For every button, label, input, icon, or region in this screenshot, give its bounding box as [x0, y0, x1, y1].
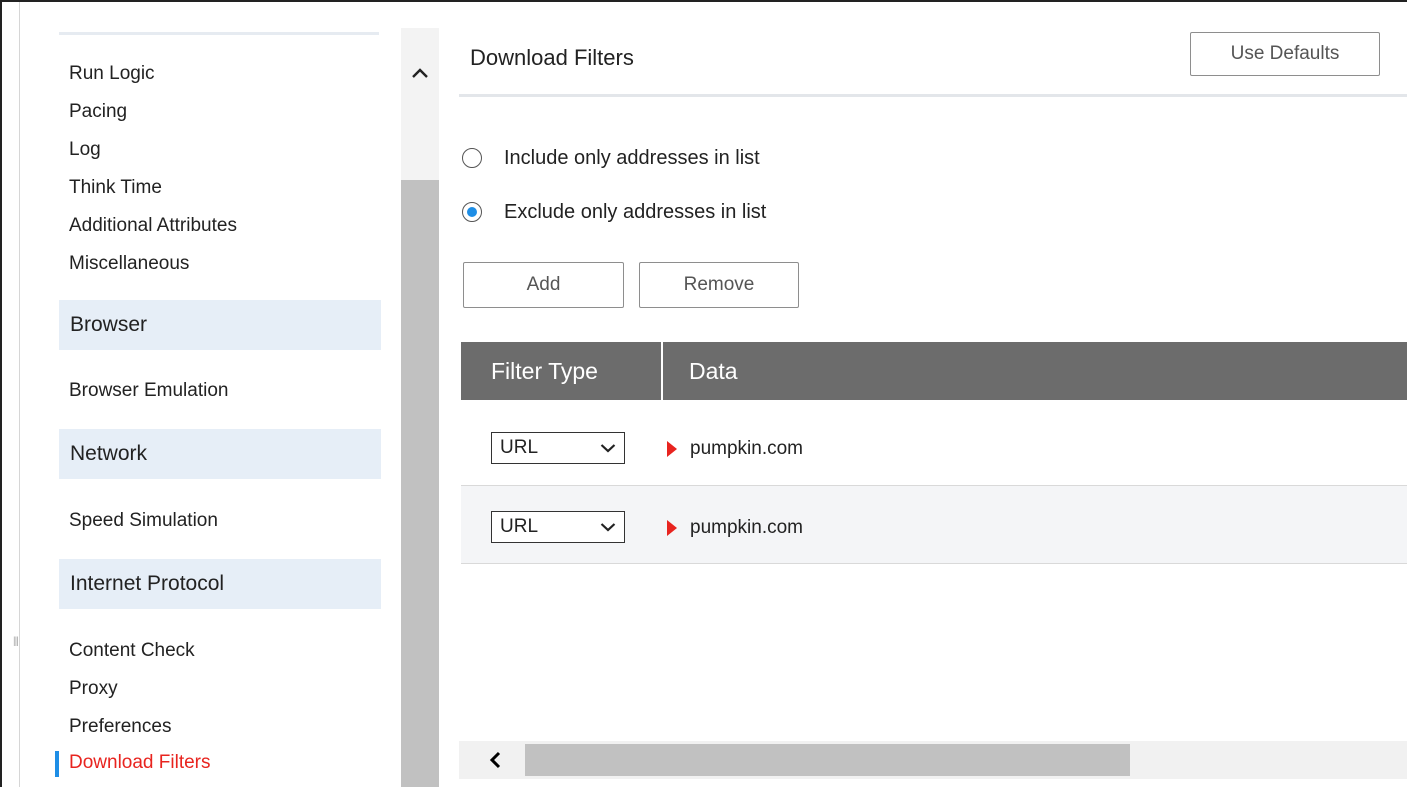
active-item-indicator — [55, 751, 59, 777]
sidebar-item-pacing[interactable]: Pacing — [69, 101, 127, 123]
data-value: pumpkin.com — [690, 438, 803, 459]
column-header-data[interactable]: Data — [689, 342, 738, 400]
column-header-filter-type[interactable]: Filter Type — [491, 342, 598, 400]
sidebar-item-run-logic[interactable]: Run Logic — [69, 63, 155, 85]
sidebar-item-proxy[interactable]: Proxy — [69, 678, 118, 700]
filter-type-select[interactable]: URL — [491, 511, 625, 543]
sidebar-item-log[interactable]: Log — [69, 139, 101, 161]
sidebar-scrollbar[interactable] — [401, 28, 439, 787]
radio-selected-dot — [467, 207, 477, 217]
sidebar-divider — [59, 32, 379, 35]
red-triangle-icon — [667, 441, 677, 457]
remove-button[interactable]: Remove — [639, 262, 799, 308]
filter-type-value: URL — [500, 437, 539, 458]
settings-sidebar: Run Logic Pacing Log Think Time Addition… — [21, 2, 401, 787]
filter-type-select[interactable]: URL — [491, 432, 625, 464]
grip-icon[interactable]: ||| — [13, 636, 21, 648]
section-header-network: Network — [59, 429, 381, 479]
sidebar-item-miscellaneous[interactable]: Miscellaneous — [69, 253, 189, 275]
filter-type-value: URL — [500, 516, 539, 537]
section-header-internet-protocol: Internet Protocol — [59, 559, 381, 609]
chevron-down-icon — [600, 523, 616, 532]
horizontal-scrollbar[interactable] — [459, 741, 1407, 779]
add-button[interactable]: Add — [463, 262, 624, 308]
sidebar-item-content-check[interactable]: Content Check — [69, 640, 195, 662]
sidebar-item-speed-simulation[interactable]: Speed Simulation — [69, 510, 218, 532]
radio-exclude-only[interactable]: Exclude only addresses in list — [462, 198, 766, 226]
section-header-browser: Browser — [59, 300, 381, 350]
sidebar-item-preferences[interactable]: Preferences — [69, 716, 171, 738]
radio-include-only[interactable]: Include only addresses in list — [462, 144, 760, 172]
sidebar-item-download-filters[interactable]: Download Filters — [69, 752, 211, 774]
chevron-up-icon[interactable] — [401, 58, 439, 88]
sidebar-item-additional-attributes[interactable]: Additional Attributes — [69, 215, 237, 237]
table-row[interactable]: URL pumpkin.com — [461, 408, 1407, 486]
horizontal-scrollbar-thumb[interactable] — [525, 744, 1130, 776]
splitter-gutter[interactable]: ||| — [2, 2, 20, 787]
chevron-down-icon — [600, 444, 616, 453]
sidebar-item-browser-emulation[interactable]: Browser Emulation — [69, 380, 228, 402]
use-defaults-button[interactable]: Use Defaults — [1190, 32, 1380, 76]
table-row[interactable]: URL pumpkin.com — [461, 486, 1407, 564]
chevron-left-icon[interactable] — [459, 741, 525, 779]
download-filters-panel: Download Filters Use Defaults Include on… — [439, 2, 1407, 787]
sidebar-scrollbar-thumb[interactable] — [401, 180, 439, 787]
radio-exclude-label: Exclude only addresses in list — [504, 200, 767, 223]
column-divider — [661, 342, 663, 400]
radio-include-label: Include only addresses in list — [504, 146, 760, 169]
data-cell[interactable]: pumpkin.com — [667, 517, 803, 539]
radio-circle-checked[interactable] — [462, 202, 482, 222]
grid-header: Filter Type Data — [461, 342, 1407, 400]
title-divider — [459, 94, 1407, 97]
page-title: Download Filters — [470, 45, 634, 70]
red-triangle-icon — [667, 520, 677, 536]
data-cell[interactable]: pumpkin.com — [667, 438, 803, 460]
sidebar-item-think-time[interactable]: Think Time — [69, 177, 162, 199]
radio-circle-unchecked[interactable] — [462, 148, 482, 168]
data-value: pumpkin.com — [690, 517, 803, 538]
